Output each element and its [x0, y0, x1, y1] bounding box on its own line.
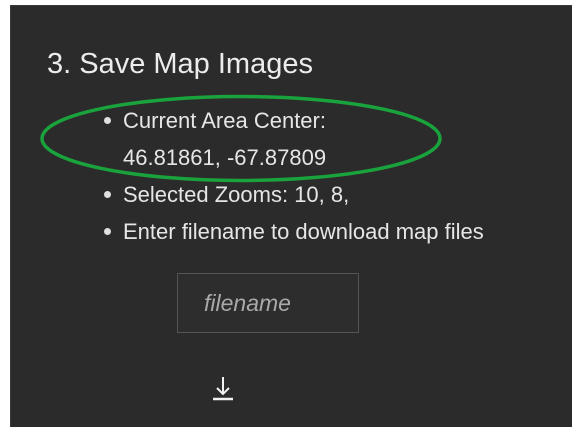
download-icon — [213, 377, 233, 401]
list-item-instruction: Enter filename to download map files — [101, 213, 484, 250]
bullet-dot — [104, 191, 111, 198]
section-title: 3. Save Map Images — [47, 48, 313, 80]
info-list: Current Area Center: 46.81861, -67.87809… — [101, 102, 484, 250]
list-item-center: Current Area Center: 46.81861, -67.87809 — [101, 102, 484, 176]
download-button[interactable] — [209, 374, 237, 404]
center-coordinates: 46.81861, -67.87809 — [123, 145, 327, 170]
bullet-dot — [104, 117, 111, 124]
bullet-dot — [104, 228, 111, 235]
selected-zooms-text: Selected Zooms: 10, 8, — [123, 182, 350, 207]
save-map-images-panel: 3. Save Map Images Current Area Center: … — [10, 5, 572, 427]
list-item-zooms: Selected Zooms: 10, 8, — [101, 176, 484, 213]
instruction-text: Enter filename to download map files — [123, 219, 484, 244]
filename-input[interactable] — [177, 273, 359, 333]
center-label: Current Area Center: — [123, 108, 326, 133]
